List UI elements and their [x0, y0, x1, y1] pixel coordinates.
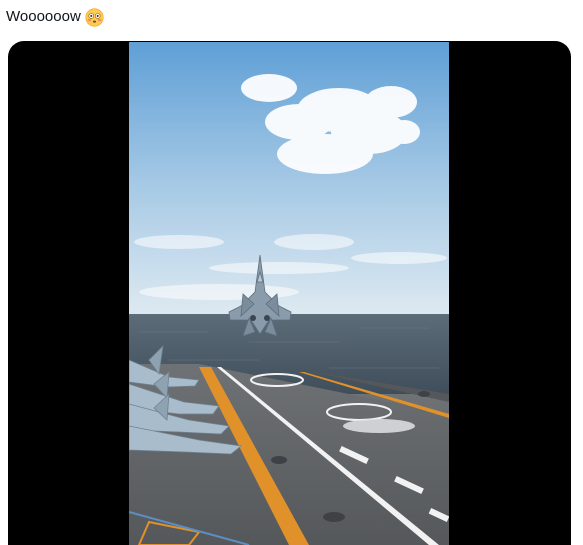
video-player[interactable]: [129, 42, 449, 545]
post-text-row: Woooooow: [6, 6, 104, 28]
flushed-face-emoji-icon: [85, 7, 104, 27]
post-text: Woooooow: [6, 8, 81, 25]
carrier-takeoff-video-frame: [129, 42, 449, 545]
media-card[interactable]: [8, 41, 571, 545]
